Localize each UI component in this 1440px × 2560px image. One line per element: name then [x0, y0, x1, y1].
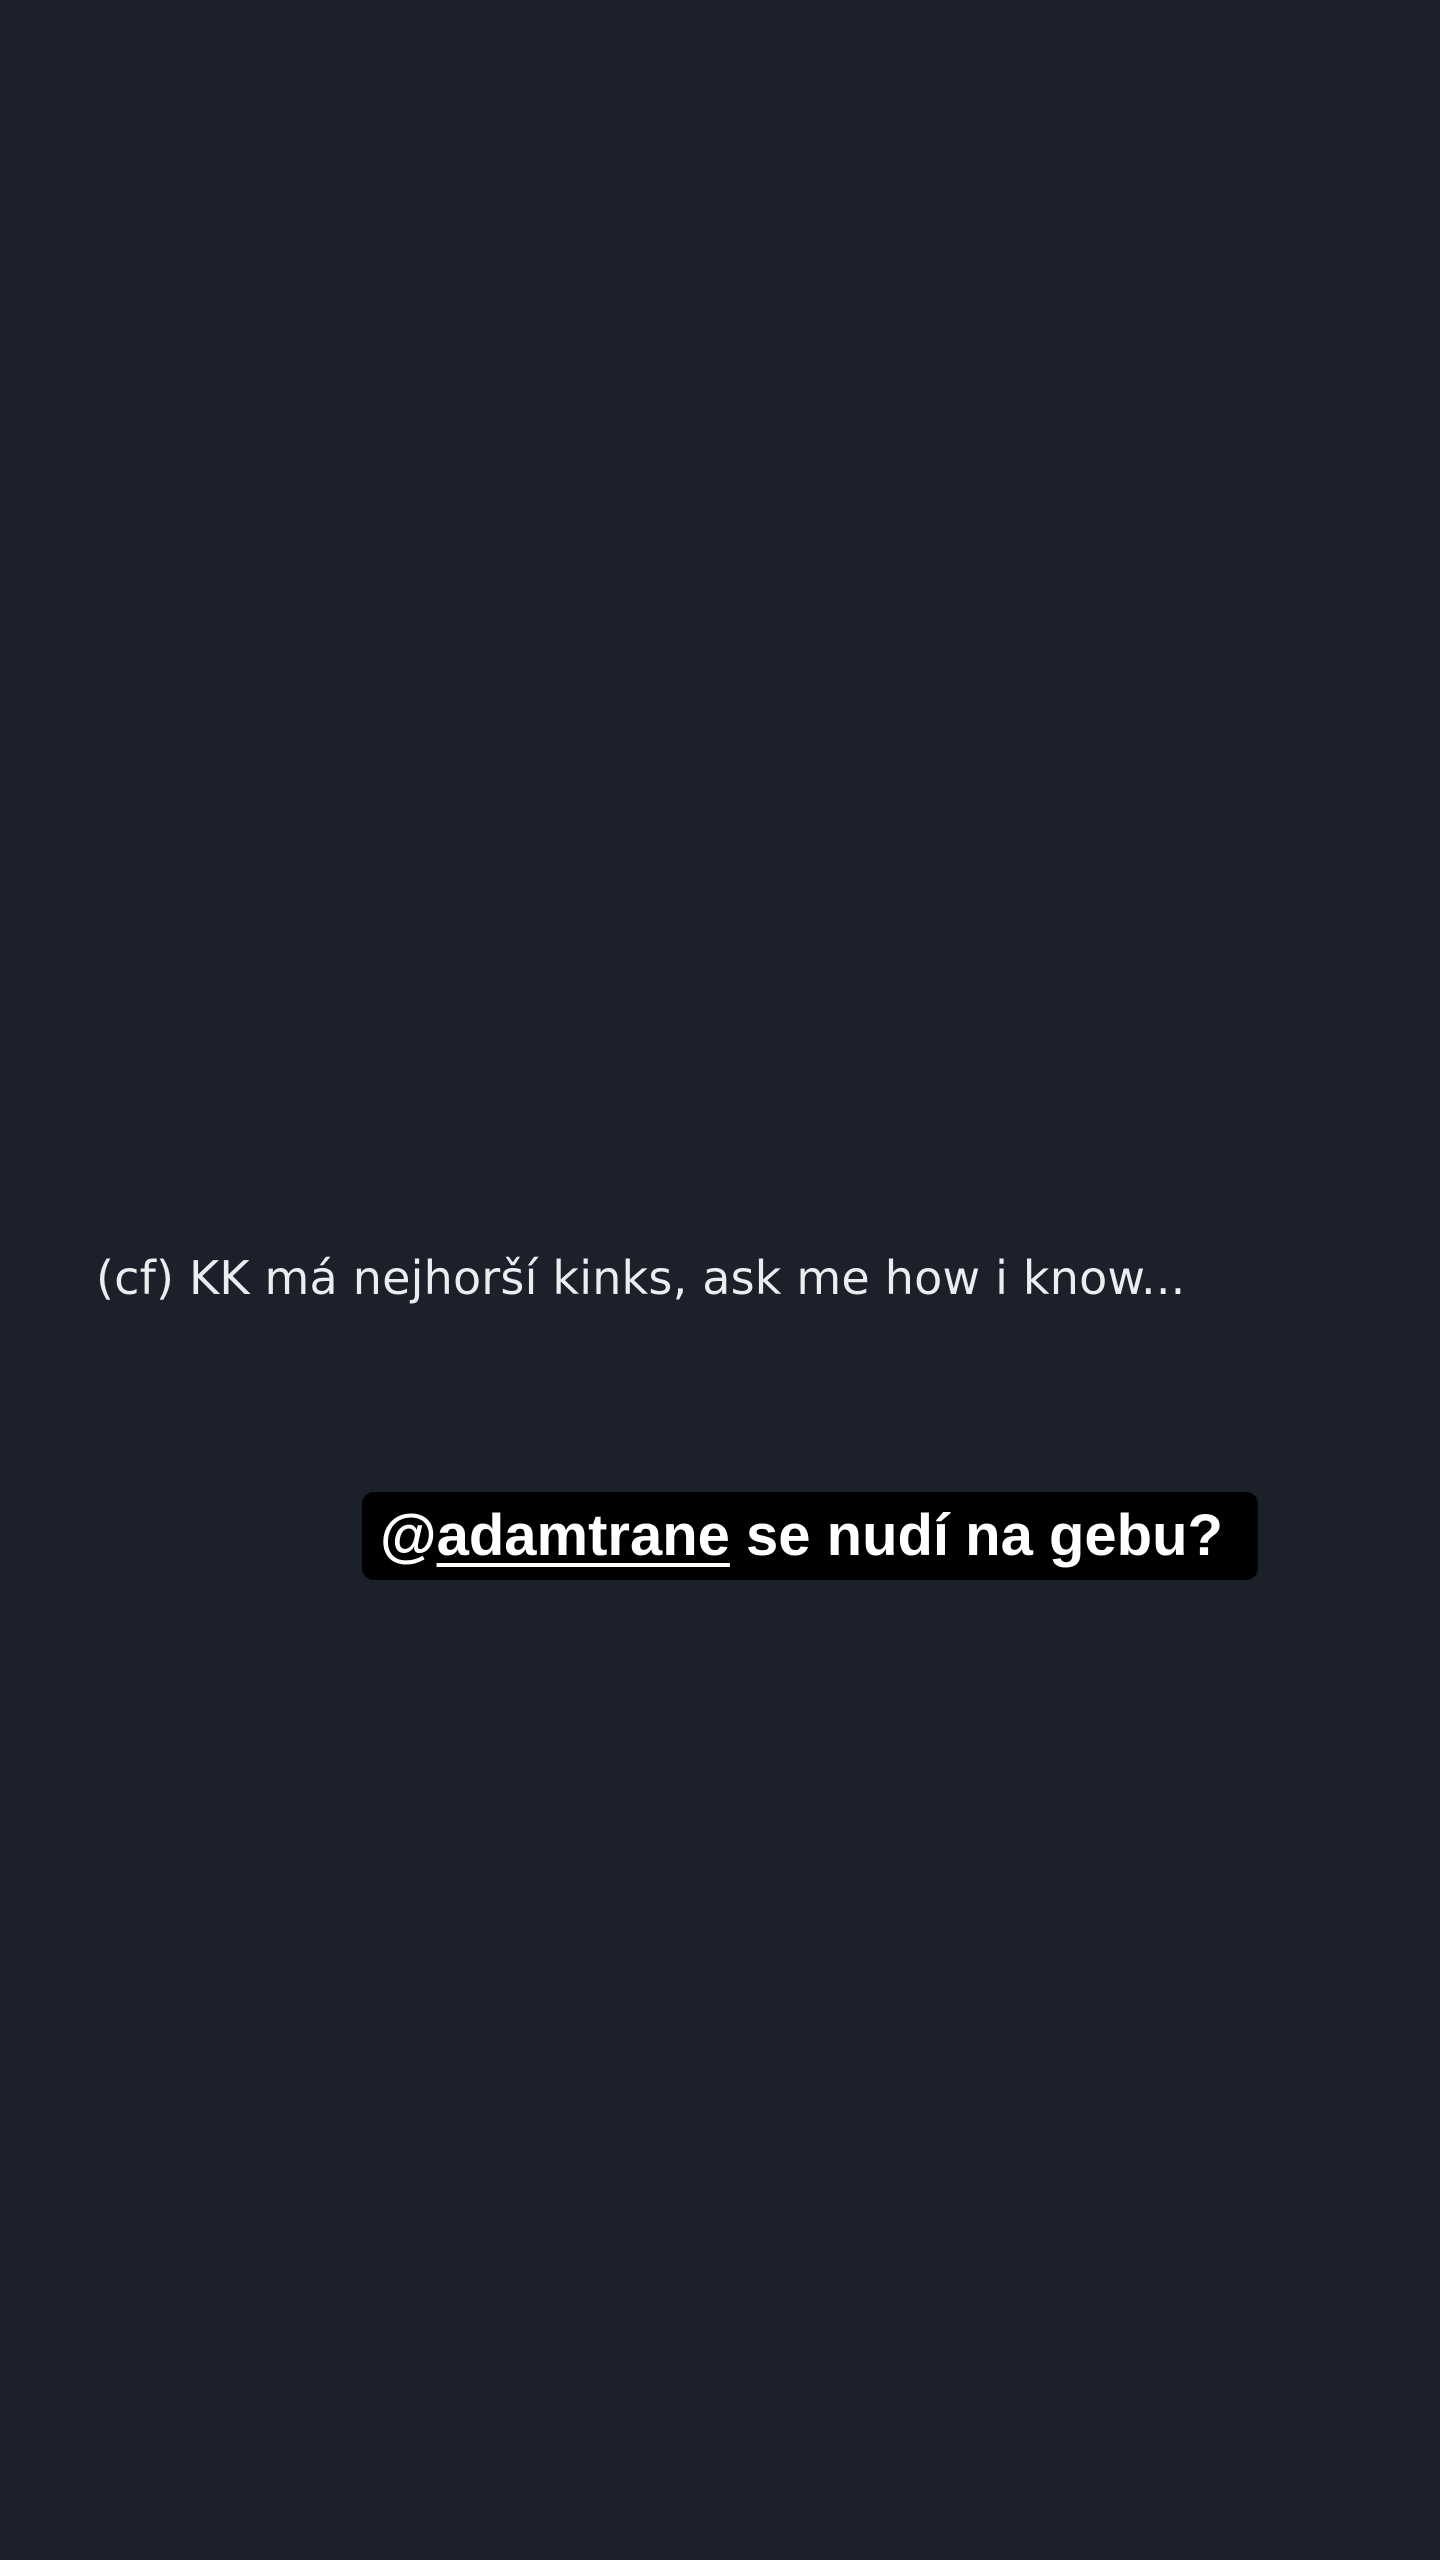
mention-sticker-text: se nudí na gebu? [729, 1503, 1223, 1568]
mention-username-link[interactable]: adamtrane [437, 1503, 730, 1568]
story-text: (cf) KK má nejhorší kinks, ask me how i … [96, 1251, 1186, 1305]
mention-sticker[interactable]: @adamtrane se nudí na gebu? [362, 1492, 1258, 1580]
mention-at-sign: @ [380, 1503, 437, 1568]
story-canvas: (cf) KK má nejhorší kinks, ask me how i … [0, 0, 1440, 2560]
